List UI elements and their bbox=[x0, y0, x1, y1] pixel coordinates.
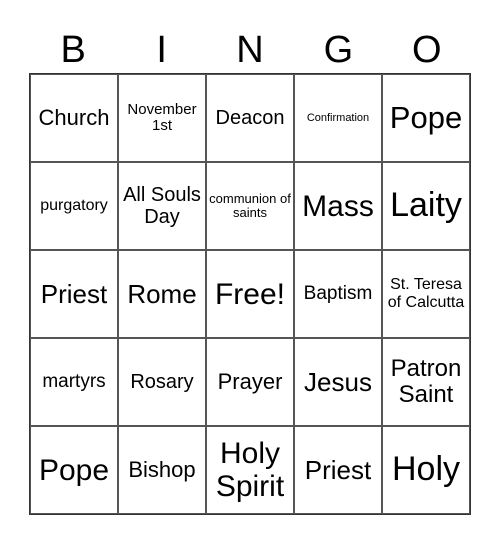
bingo-grid: Church November 1st Deacon Confirmation Pope… bbox=[29, 73, 471, 515]
bingo-cell[interactable]: Priest bbox=[30, 250, 118, 338]
bingo-cell[interactable]: purgatory bbox=[30, 162, 118, 250]
header-letter-b: B bbox=[60, 29, 86, 71]
bingo-cell[interactable]: Mass bbox=[294, 162, 382, 250]
bingo-cell[interactable]: Deacon bbox=[206, 74, 294, 162]
bingo-cell[interactable]: Holy Spirit bbox=[206, 426, 294, 514]
bingo-cell[interactable]: Rome bbox=[118, 250, 206, 338]
bingo-cell[interactable]: Prayer bbox=[206, 338, 294, 426]
bingo-cell[interactable]: St. Teresa of Calcutta bbox=[382, 250, 470, 338]
bingo-cell[interactable]: Confirmation bbox=[294, 74, 382, 162]
bingo-cell[interactable]: Laity bbox=[382, 162, 470, 250]
bingo-cell[interactable]: Baptism bbox=[294, 250, 382, 338]
bingo-header: B I N G O bbox=[29, 28, 471, 72]
bingo-cell[interactable]: Bishop bbox=[118, 426, 206, 514]
bingo-cell[interactable]: Rosary bbox=[118, 338, 206, 426]
header-letter-i: I bbox=[156, 29, 167, 71]
bingo-cell[interactable]: Free! bbox=[206, 250, 294, 338]
bingo-cell[interactable]: Church bbox=[30, 74, 118, 162]
bingo-cell[interactable]: Holy bbox=[382, 426, 470, 514]
bingo-cell[interactable]: November 1st bbox=[118, 74, 206, 162]
bingo-cell[interactable]: martyrs bbox=[30, 338, 118, 426]
bingo-cell[interactable]: All Souls Day bbox=[118, 162, 206, 250]
header-letter-o: O bbox=[412, 29, 442, 71]
bingo-cell[interactable]: Jesus bbox=[294, 338, 382, 426]
header-letter-g: G bbox=[323, 29, 354, 71]
bingo-cell[interactable]: Pope bbox=[382, 74, 470, 162]
bingo-cell[interactable]: Patron Saint bbox=[382, 338, 470, 426]
header-letter-n: N bbox=[236, 29, 264, 71]
bingo-cell[interactable]: Pope bbox=[30, 426, 118, 514]
bingo-cell[interactable]: communion of saints bbox=[206, 162, 294, 250]
bingo-cell[interactable]: Priest bbox=[294, 426, 382, 514]
